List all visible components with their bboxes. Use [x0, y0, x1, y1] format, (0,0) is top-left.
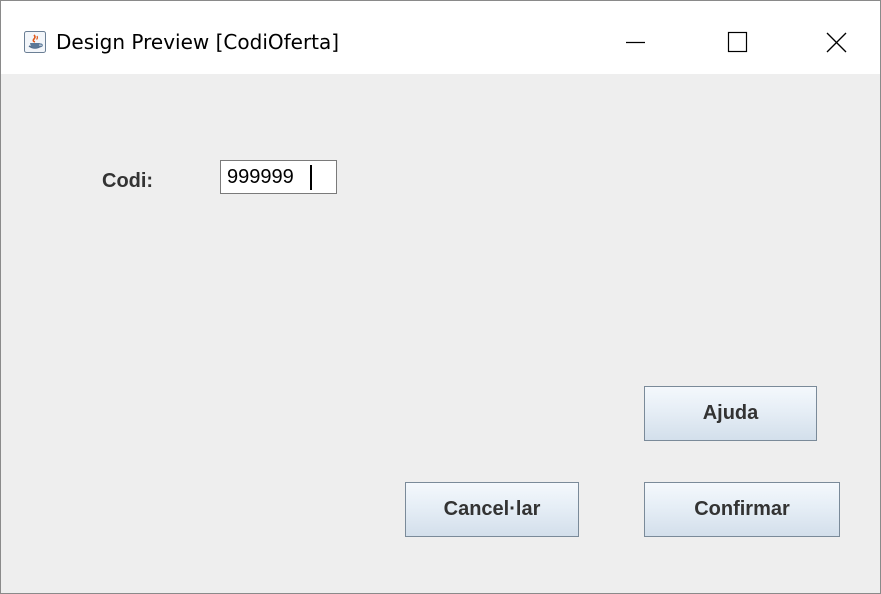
codi-input[interactable] [220, 160, 337, 194]
text-caret [310, 165, 312, 190]
cancel-button[interactable]: Cancel·lar [405, 482, 579, 537]
minimize-button[interactable] [593, 1, 683, 74]
help-button[interactable]: Ajuda [644, 386, 817, 441]
maximize-button[interactable] [691, 1, 781, 74]
title-bar[interactable]: Design Preview [CodiOferta] [1, 1, 880, 74]
application-window: Design Preview [CodiOferta] Codi: 999999… [0, 0, 881, 594]
close-button[interactable] [790, 1, 880, 74]
confirm-button[interactable]: Confirmar [644, 482, 840, 537]
window-title: Design Preview [CodiOferta] [56, 30, 340, 54]
codi-label: Codi: [102, 170, 154, 192]
java-coffee-icon [24, 31, 46, 53]
